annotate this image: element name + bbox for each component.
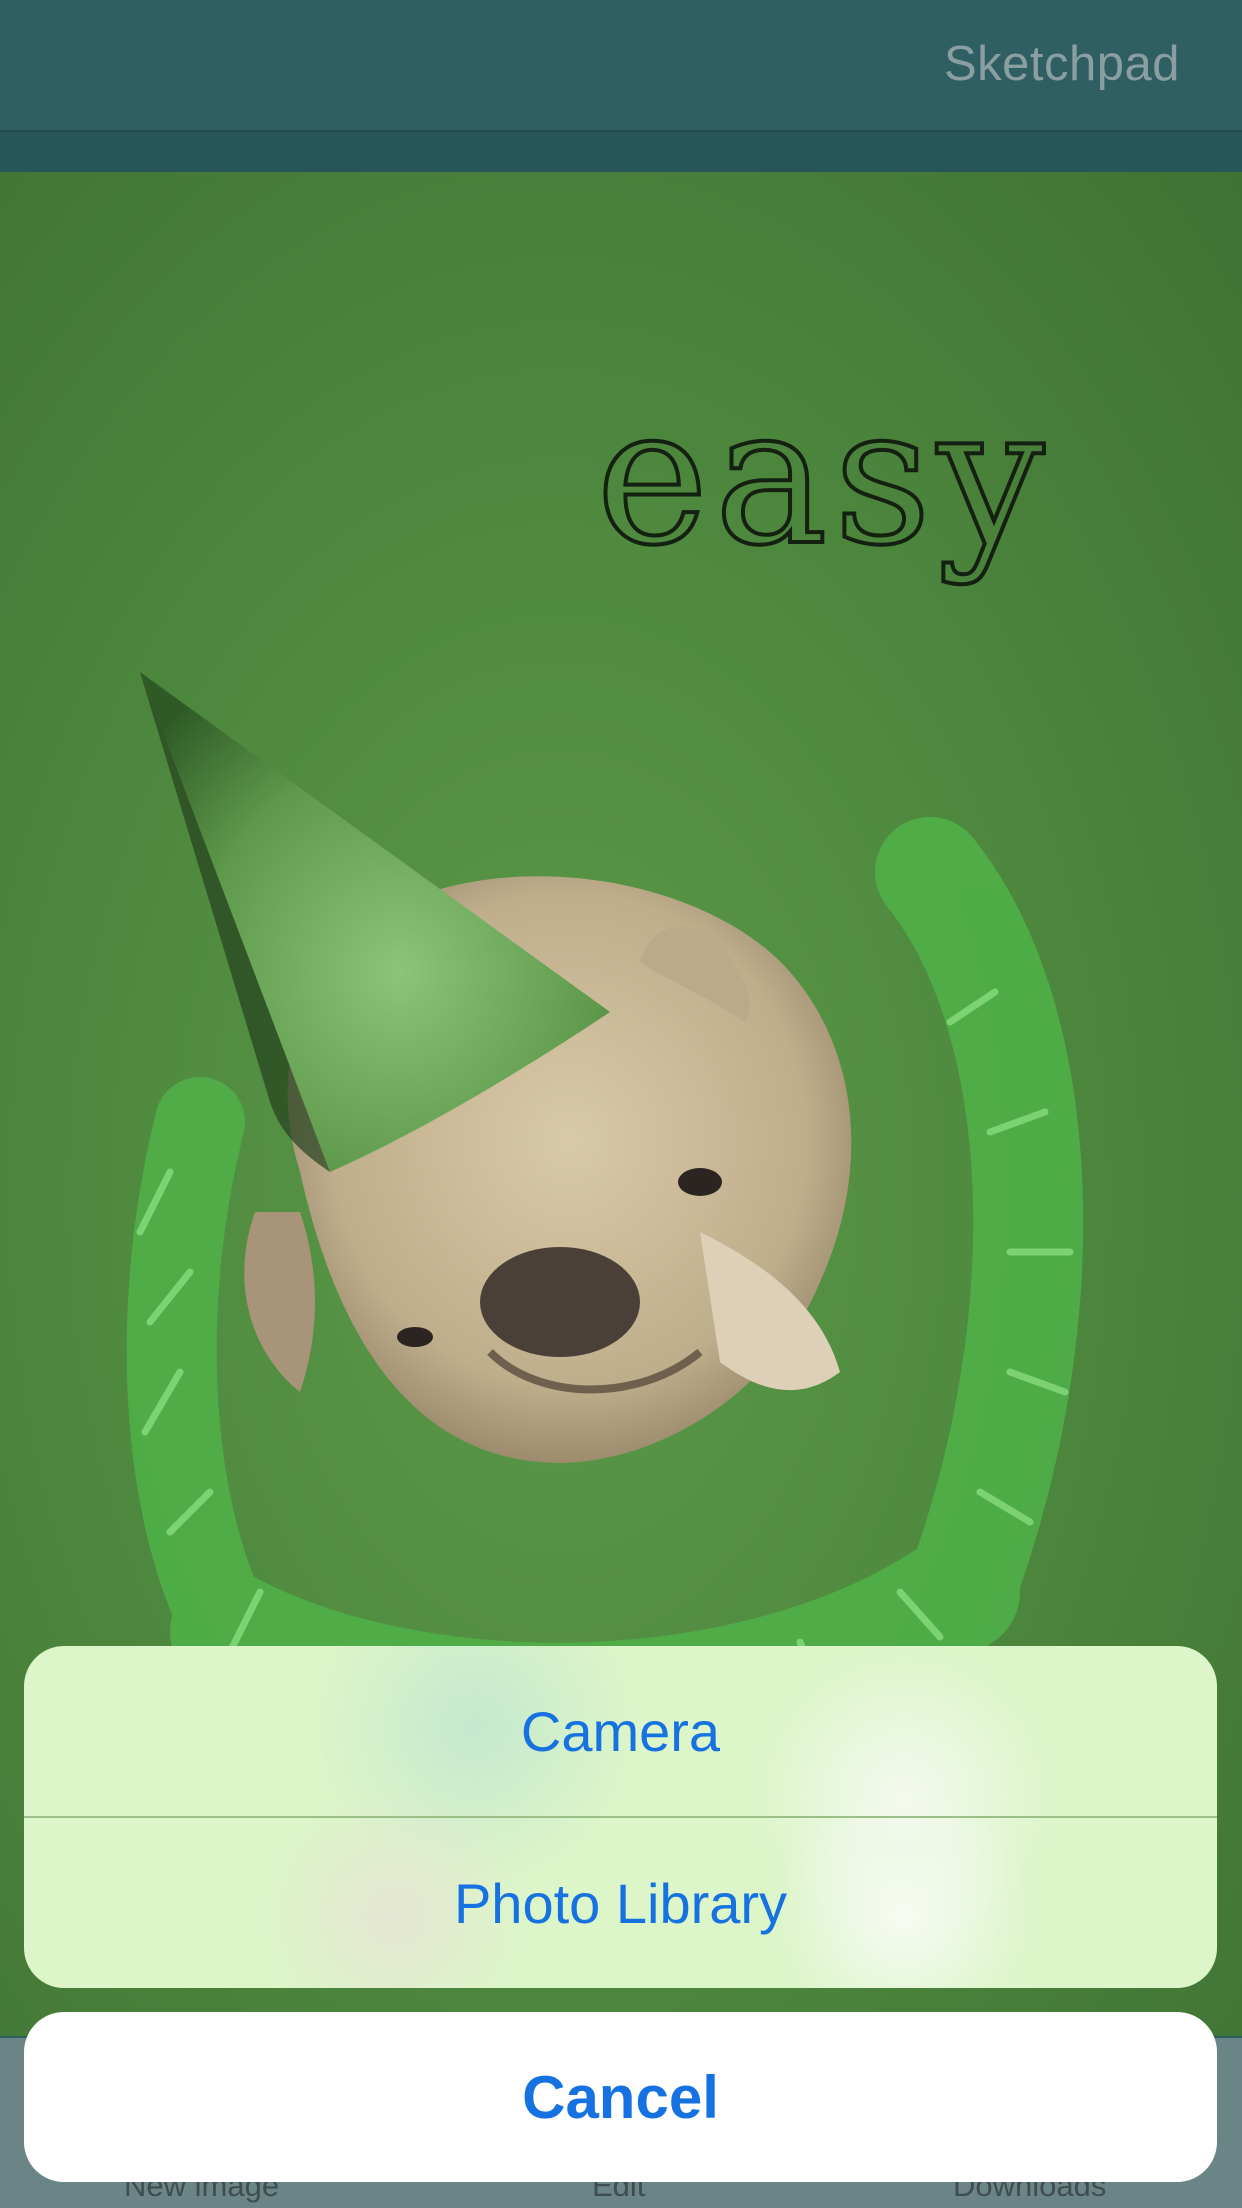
nav-title-sketchpad[interactable]: Sketchpad [944,36,1180,92]
photo-library-button[interactable]: Photo Library [24,1818,1217,1988]
navigation-bar: Sketchpad [0,0,1242,132]
canvas-text-easy[interactable]: easy [594,380,1051,574]
toolbar-band [0,132,1242,172]
camera-button[interactable]: Camera [24,1646,1217,1816]
cancel-button[interactable]: Cancel [24,2012,1217,2182]
action-sheet-options: Camera Photo Library [24,1646,1217,1988]
